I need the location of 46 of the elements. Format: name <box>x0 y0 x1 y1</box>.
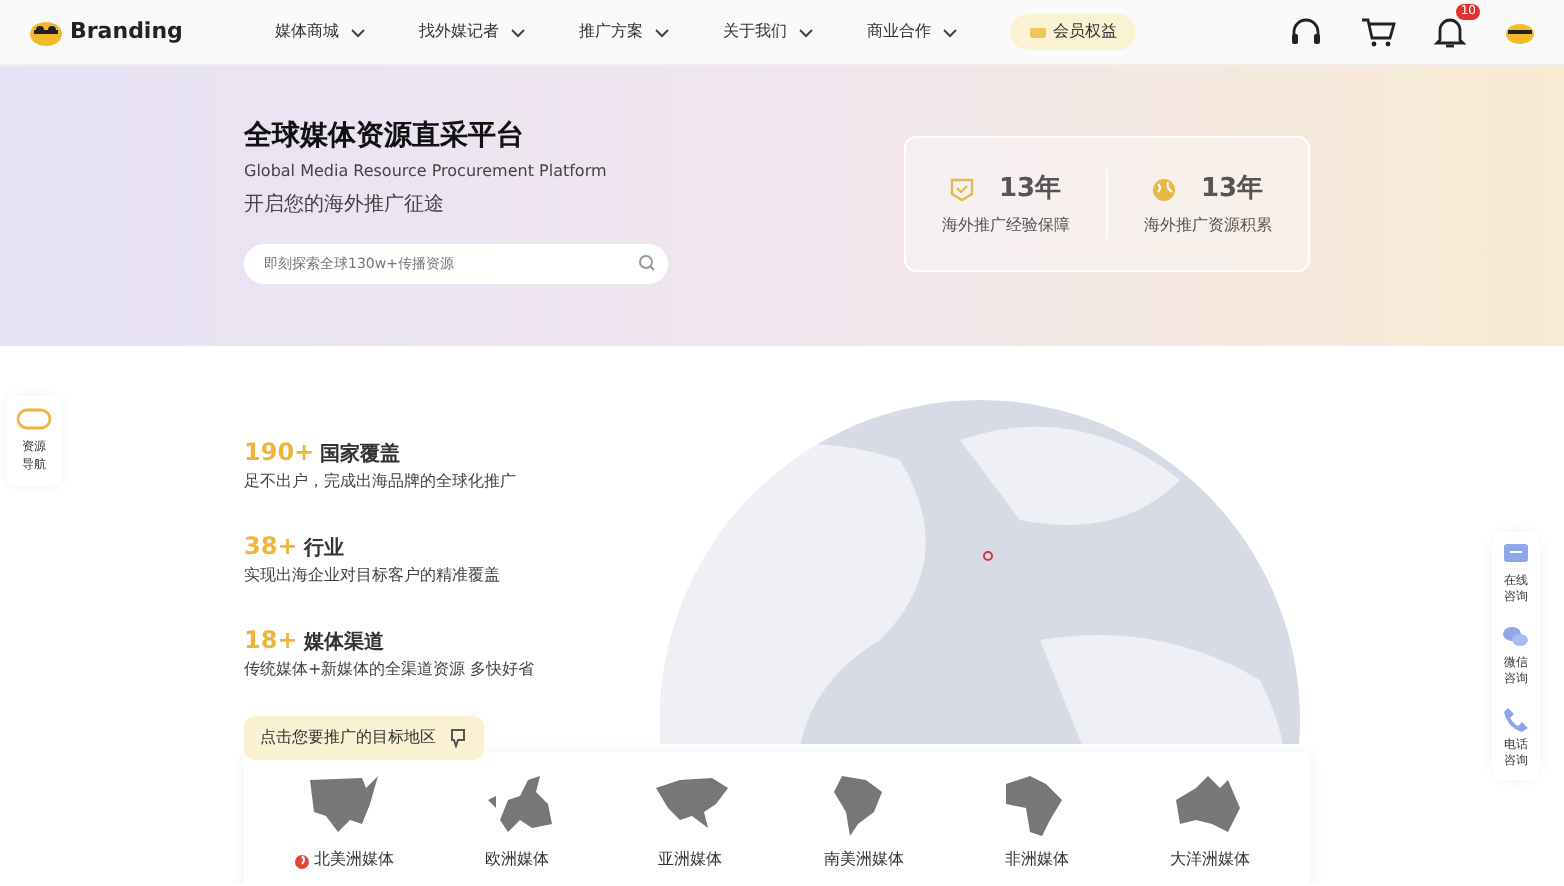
cart-icon[interactable] <box>1360 16 1396 48</box>
nav-menu-item[interactable]: 推广方案 <box>578 20 671 44</box>
region-button[interactable]: 北美洲媒体 <box>264 772 424 884</box>
region-button[interactable]: 非洲媒体 <box>956 772 1117 884</box>
feature-number: 190+ <box>244 436 315 470</box>
region-button[interactable]: 大洋洲媒体 <box>1129 772 1290 884</box>
chat-bubbles-icon <box>1502 623 1530 652</box>
pill-icon <box>16 408 52 430</box>
hero-tagline: 开启您的海外推广征途 <box>244 191 446 220</box>
region-button[interactable]: 亚洲媒体 <box>610 772 771 884</box>
bell-icon[interactable] <box>1432 16 1468 48</box>
nav-menu-item[interactable]: 媒体商城 <box>274 20 367 44</box>
bee-logo-icon <box>28 16 64 48</box>
region-button[interactable]: 欧洲媒体 <box>437 772 598 884</box>
feature-number: 38+ <box>244 530 298 564</box>
region-label: 南美洲媒体 <box>823 848 904 872</box>
feature-title: 国家覆盖 <box>320 440 401 470</box>
search-icon[interactable] <box>638 254 656 273</box>
nav-menu-item[interactable]: 关于我们 <box>722 20 815 44</box>
region-label: 北美洲媒体 <box>314 848 394 872</box>
nav-menu-item[interactable]: 商业合作 <box>866 20 959 44</box>
region-prompt-text: 点击您要推广的目标地区 <box>260 726 436 750</box>
nav-menu-item[interactable]: 找外媒记者 <box>418 20 527 44</box>
shield-check-icon <box>950 177 975 201</box>
region-label: 亚洲媒体 <box>658 848 723 872</box>
feature-title: 行业 <box>303 535 344 564</box>
feature-description: 传统媒体+新媒体的全渠道资源 多快好省 <box>244 658 537 682</box>
feature-title: 媒体渠道 <box>303 629 384 658</box>
feature-description: 实现出海企业对目标客户的精准覆盖 <box>244 564 502 588</box>
feature-number: 18+ <box>244 624 298 658</box>
region-button[interactable]: 南美洲媒体 <box>783 772 944 884</box>
headset-icon[interactable] <box>1288 16 1324 48</box>
member-benefits-button[interactable]: 会员权益 <box>1010 14 1137 50</box>
stat-label: 海外推广资源积累 <box>1144 214 1272 239</box>
region-label: 非洲媒体 <box>1004 848 1069 872</box>
stat-value: 13年 <box>1200 171 1264 208</box>
stat-value: 13年 <box>998 171 1062 208</box>
logo-text: Branding <box>70 15 183 48</box>
region-label: 欧洲媒体 <box>485 848 550 872</box>
region-label: 大洋洲媒体 <box>1169 848 1250 872</box>
phone-icon <box>1502 705 1530 734</box>
globe-icon <box>1152 177 1177 201</box>
hero-title: 全球媒体资源直采平台 <box>244 120 526 154</box>
feature-description: 足不出户，完成出海品牌的全球化推广 <box>244 470 518 494</box>
hero-subtitle: Global Media Resource Procurement Platform <box>244 159 609 184</box>
stat-label: 海外推广经验保障 <box>942 214 1070 239</box>
